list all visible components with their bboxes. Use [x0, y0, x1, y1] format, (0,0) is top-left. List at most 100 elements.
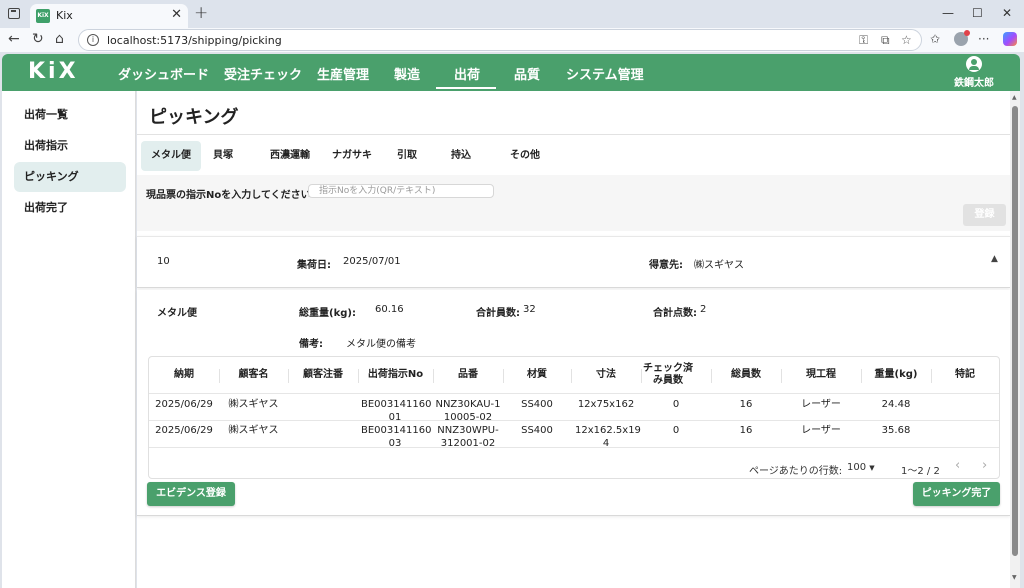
- app-header: KiX ダッシュボード 受注チェック 生産管理 製造 出荷 品質 システム管理 …: [2, 54, 1020, 91]
- user-name: 鉄鋼太郎: [954, 78, 994, 89]
- info-icon[interactable]: i: [87, 34, 99, 46]
- sidebar-item-shipping-complete[interactable]: 出荷完了: [14, 193, 126, 223]
- profile-icon[interactable]: [954, 30, 970, 46]
- nav-item-order-check[interactable]: 受注チェック: [224, 64, 302, 83]
- user-menu[interactable]: 鉄鋼太郎: [952, 56, 996, 89]
- column-header[interactable]: チェック済み員数: [643, 357, 693, 393]
- instruction-no-input[interactable]: [308, 184, 494, 198]
- cell-process: レーザー: [801, 399, 841, 410]
- evidence-register-button[interactable]: エビデンス登録: [147, 482, 235, 506]
- minimize-icon[interactable]: —: [942, 6, 954, 20]
- scrollbar-thumb[interactable]: [1012, 106, 1018, 556]
- pagination-range: 1〜2 / 2: [901, 466, 940, 477]
- nav-item-production[interactable]: 生産管理: [317, 64, 369, 83]
- scroll-up-icon[interactable]: ▲: [1012, 94, 1017, 101]
- browser-tab-strip: KiX Kix ✕ + — ☐ ✕: [0, 0, 1024, 28]
- rows-per-page-value: 100: [847, 462, 867, 473]
- cell-customer: ㈱スギヤス: [228, 425, 279, 436]
- collapse-icon[interactable]: ▲: [991, 254, 998, 264]
- nav-item-dashboard[interactable]: ダッシュボード: [118, 64, 209, 83]
- url-field[interactable]: i localhost:5173/shipping/picking ⚿ ⧉ ☆: [78, 29, 922, 51]
- tab-other[interactable]: その他: [503, 141, 547, 171]
- column-separator: [219, 369, 220, 383]
- tab-seino[interactable]: 西濃運輸: [265, 141, 315, 171]
- nav-item-system[interactable]: システム管理: [566, 64, 644, 83]
- app-logo[interactable]: KiX: [28, 59, 79, 84]
- star-icon[interactable]: ☆: [901, 33, 912, 47]
- column-separator: [503, 369, 504, 383]
- column-separator: [571, 369, 572, 383]
- column-header[interactable]: 材質: [503, 357, 571, 393]
- cell-process: レーザー: [801, 425, 841, 436]
- column-separator: [433, 369, 434, 383]
- key-icon[interactable]: ⚿: [859, 33, 868, 48]
- sidebar-item-shipping-instruction[interactable]: 出荷指示: [14, 131, 126, 161]
- chevron-left-icon[interactable]: ‹: [955, 458, 960, 473]
- favorites-icon[interactable]: ✩: [930, 32, 940, 46]
- cell-weight: 35.68: [881, 425, 911, 436]
- back-icon[interactable]: ←: [8, 31, 20, 47]
- column-separator: [781, 369, 782, 383]
- column-header[interactable]: 顧客名: [219, 357, 288, 393]
- url-text: localhost:5173/shipping/picking: [107, 34, 282, 47]
- column-header[interactable]: 品番: [433, 357, 503, 393]
- plus-icon[interactable]: +: [194, 3, 208, 23]
- more-icon[interactable]: ···: [978, 32, 989, 46]
- tab-bring-in[interactable]: 持込: [443, 141, 479, 171]
- column-header[interactable]: 特記: [931, 357, 999, 393]
- total-items-label: 合計点数:: [653, 308, 697, 319]
- address-bar: ← ↻ ⌂ i localhost:5173/shipping/picking …: [0, 28, 1024, 52]
- tab-nagasaki[interactable]: ナガサキ: [327, 141, 377, 171]
- customer-name: ㈱スギヤス: [694, 260, 744, 271]
- refresh-icon[interactable]: ↻: [32, 31, 44, 47]
- nav-item-manufacturing[interactable]: 製造: [394, 64, 420, 83]
- register-button[interactable]: 登録: [963, 204, 1006, 226]
- divider: [149, 393, 999, 394]
- carrier-name: メタル便: [157, 308, 197, 319]
- translate-icon[interactable]: ⧉: [881, 33, 890, 48]
- rows-per-page-label: ページあたりの行数:: [749, 466, 843, 477]
- home-icon[interactable]: ⌂: [55, 31, 64, 47]
- scroll-down-icon[interactable]: ▼: [1012, 574, 1017, 581]
- column-header[interactable]: 寸法: [571, 357, 641, 393]
- total-members: 32: [523, 304, 536, 315]
- collect-date-label: 集荷日:: [297, 260, 331, 271]
- tab-kaizuka[interactable]: 貝塚: [203, 141, 243, 171]
- copilot-icon[interactable]: [1003, 32, 1017, 46]
- maximize-icon[interactable]: ☐: [972, 6, 983, 20]
- column-header[interactable]: 現工程: [781, 357, 861, 393]
- cell-material: SS400: [521, 425, 553, 436]
- customer-label: 得意先:: [649, 260, 683, 271]
- cell-due-date: 2025/06/29: [155, 425, 213, 436]
- total-members-label: 合計員数:: [476, 308, 520, 319]
- column-header[interactable]: 総員数: [711, 357, 781, 393]
- column-header[interactable]: 顧客注番: [288, 357, 358, 393]
- total-items: 2: [700, 304, 707, 315]
- picking-complete-button[interactable]: ピッキング完了: [913, 482, 1000, 506]
- nav-item-shipping[interactable]: 出荷: [454, 64, 480, 83]
- sidebar-item-shipping-list[interactable]: 出荷一覧: [14, 100, 126, 130]
- column-header[interactable]: 出荷指示No: [358, 357, 433, 393]
- cell-total-count: 16: [739, 399, 753, 410]
- close-icon[interactable]: ✕: [171, 7, 182, 22]
- user-icon: [966, 56, 982, 72]
- divider: [137, 134, 1010, 135]
- column-header[interactable]: 納期: [149, 357, 219, 393]
- divider: [149, 447, 999, 448]
- browser-tab[interactable]: KiX Kix ✕: [30, 4, 188, 28]
- cell-weight: 24.48: [881, 399, 911, 410]
- close-window-icon[interactable]: ✕: [1002, 6, 1012, 20]
- column-header[interactable]: 重量(kg): [861, 357, 931, 393]
- tab-metal-bin[interactable]: メタル便: [141, 141, 201, 171]
- main-content: ピッキング メタル便 貝塚 西濃運輸 ナガサキ 引取 持込 その他 現品票の指示…: [137, 91, 1010, 588]
- shipment-number: 10: [157, 256, 170, 267]
- nav-item-quality[interactable]: 品質: [514, 64, 540, 83]
- chevron-down-icon: ▼: [869, 464, 875, 472]
- cell-checked-count: 0: [672, 425, 680, 436]
- sidebar-item-picking[interactable]: ピッキング: [14, 162, 126, 192]
- window-icon[interactable]: [8, 8, 20, 19]
- chevron-right-icon[interactable]: ›: [982, 458, 987, 473]
- tab-pickup[interactable]: 引取: [387, 141, 427, 171]
- rows-per-page-select[interactable]: 100 ▼: [847, 462, 875, 473]
- shipment-detail: メタル便 総重量(kg): 60.16 合計員数: 32 合計点数: 2 備考:…: [137, 290, 1010, 516]
